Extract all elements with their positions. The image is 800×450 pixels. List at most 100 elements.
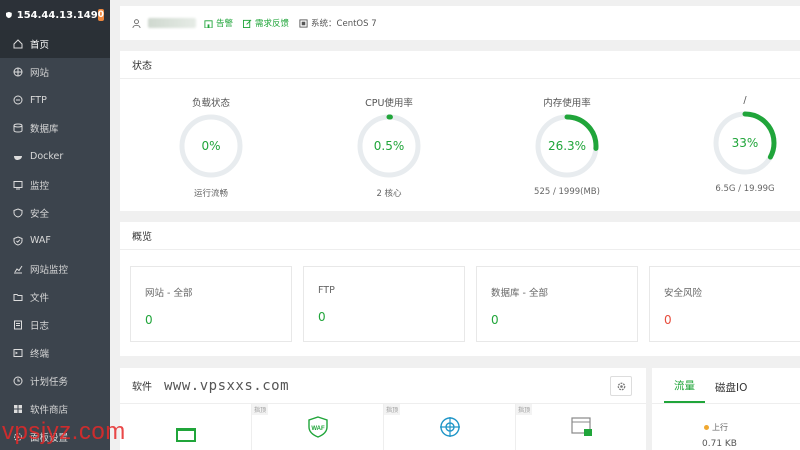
gauge-label: 内存使用率 [543,98,591,109]
sidebar-item[interactable]: 终端 [0,339,110,367]
tab-traffic[interactable]: 流量 [664,378,705,403]
gauge-value: 0% [201,139,221,153]
sidebar-item[interactable]: 网站 [0,58,110,86]
docker-icon [12,151,23,162]
status-gauge[interactable]: CPU使用率 0.5% 2 核心 [324,95,454,199]
gauge-subtext: 6.5G / 19.99G [715,184,775,194]
sidebar-item-label: 日志 [30,320,50,332]
overview-card-label: 安全风险 [664,288,703,299]
gauge-subtext: 525 / 1999(MB) [534,187,600,197]
sidebar-item[interactable]: WAF [0,227,110,255]
sidebar-item[interactable]: 网站监控 [0,255,110,283]
folder-icon [12,291,23,302]
sidebar-item-label: 监控 [30,180,50,192]
sidebar-item-label: 计划任务 [30,377,69,389]
security-browser-icon [571,417,592,436]
traffic-panel: 流量 磁盘IO 上行 0.71 KB [652,368,800,450]
user-icon [132,18,141,28]
overview-card[interactable]: 网站 - 全部 0 [130,266,292,342]
overview-card-value: 0 [491,313,499,327]
gauge-ring: 0% [178,113,244,179]
sidebar-item[interactable]: 计划任务 [0,367,110,395]
sidebar-item-label: WAF [30,235,51,247]
status-gauge[interactable]: 负载状态 0% 运行流畅 [146,95,276,199]
topbar: 告警 需求反馈 系统：CentOS 7 [120,6,800,40]
log-icon [12,319,23,330]
sidebar-item[interactable]: 监控 [0,170,110,198]
notification-badge[interactable]: 0 [97,9,104,21]
overview-card-label: 数据库 - 全部 [491,288,548,299]
software-settings-button[interactable] [610,376,632,396]
sidebar-item-label: 网站 [30,68,50,80]
overview-panel: 概览 网站 - 全部 0 FTP 0 数据库 - 全部 0 安全风险 0 [120,222,800,356]
notice-link[interactable]: 告警 [204,17,233,29]
sidebar-item-label: Docker [30,150,64,162]
site-watermark: vpsjyz.com [2,418,126,445]
sidebar-item-label: 软件商店 [30,405,69,417]
overview-card-label: FTP [318,285,335,296]
overview-card-value: 0 [145,313,153,327]
chart-icon [12,263,23,274]
waf-icon: WAF [307,416,328,438]
software-item[interactable]: 指顶 [516,404,648,450]
overview-card-value: 0 [318,310,326,324]
username-blurred [148,18,196,28]
gauge-value: 33% [731,136,759,150]
software-item[interactable]: 指顶 WAF [252,404,384,450]
sidebar-item-label: 终端 [30,349,50,361]
overview-card[interactable]: 安全风险 0 [649,266,800,342]
shield-logo-icon [6,11,12,19]
pin-label: 指顶 [384,404,401,415]
software-panel: 软件 www.vpsxxs.com 指顶 WAF 指顶 指顶 [120,368,646,450]
sidebar-item-label: 首页 [30,40,50,52]
tab-disk-io[interactable]: 磁盘IO [705,380,757,403]
overview-card[interactable]: FTP 0 [303,266,465,342]
software-header: 软件 www.vpsxxs.com [120,368,646,404]
upload-label: 上行 [704,422,800,433]
sidebar-item-label: 安全 [30,208,50,220]
sidebar-item[interactable]: FTP [0,86,110,114]
server-header: 154.44.13.149 0 [0,0,110,30]
sidebar-item-label: FTP [30,94,47,106]
software-item[interactable]: 指顶 [384,404,516,450]
clock-icon [12,376,23,387]
database-icon [12,123,23,134]
overview-title: 概览 [120,222,800,250]
upload-value: 0.71 KB [702,439,737,449]
globe-icon [12,67,23,78]
system-icon [299,18,308,28]
sidebar-item[interactable]: Docker [0,142,110,170]
sidebar-item[interactable]: 安全 [0,199,110,227]
gear-icon [617,382,625,390]
waf-icon [12,235,23,246]
gauge-subtext: 运行流畅 [193,189,228,199]
sidebar-item-label: 文件 [30,292,50,304]
pin-label: 指顶 [252,404,269,415]
feedback-link[interactable]: 需求反馈 [243,17,289,29]
monitor-icon [12,179,23,190]
overview-card-label: 网站 - 全部 [145,288,193,299]
sidebar: 154.44.13.149 0 首页网站 FTP 数据库 Docker 监控安全 WAF 网… [0,0,110,450]
sidebar-item[interactable]: 首页 [0,30,110,59]
traffic-body: 上行 0.71 KB [652,404,800,449]
gauge-label: / [743,95,747,106]
server-ip: 154.44.13.149 [16,9,98,21]
gauge-ring: 0.5% [356,113,422,179]
svg-text:WAF: WAF [311,426,325,432]
status-gauge[interactable]: 内存使用率 26.3% 525 / 1999(MB) [502,95,632,197]
building-icon [204,19,213,28]
traffic-tabs: 流量 磁盘IO [652,368,800,404]
sidebar-item[interactable]: 日志 [0,311,110,339]
system-info: 系统：CentOS 7 [299,17,377,29]
status-title: 状态 [120,51,800,79]
status-panel: 状态 负载状态 0% 运行流畅 CPU使用率 0.5% 2 核心 内存使用率 26.3% 525… [120,51,800,211]
sidebar-item[interactable]: 数据库 [0,114,110,142]
status-gauge[interactable]: / 33% 6.5G / 19.99G [680,95,800,194]
gauge-subtext: 2 核心 [376,189,402,199]
software-title: 软件 [132,382,152,393]
upload-dot-icon [704,425,709,430]
gauge-ring: 33% [712,110,778,176]
overview-card[interactable]: 数据库 - 全部 0 [476,266,638,342]
sidebar-item[interactable]: 文件 [0,283,110,311]
software-item[interactable] [120,404,252,450]
